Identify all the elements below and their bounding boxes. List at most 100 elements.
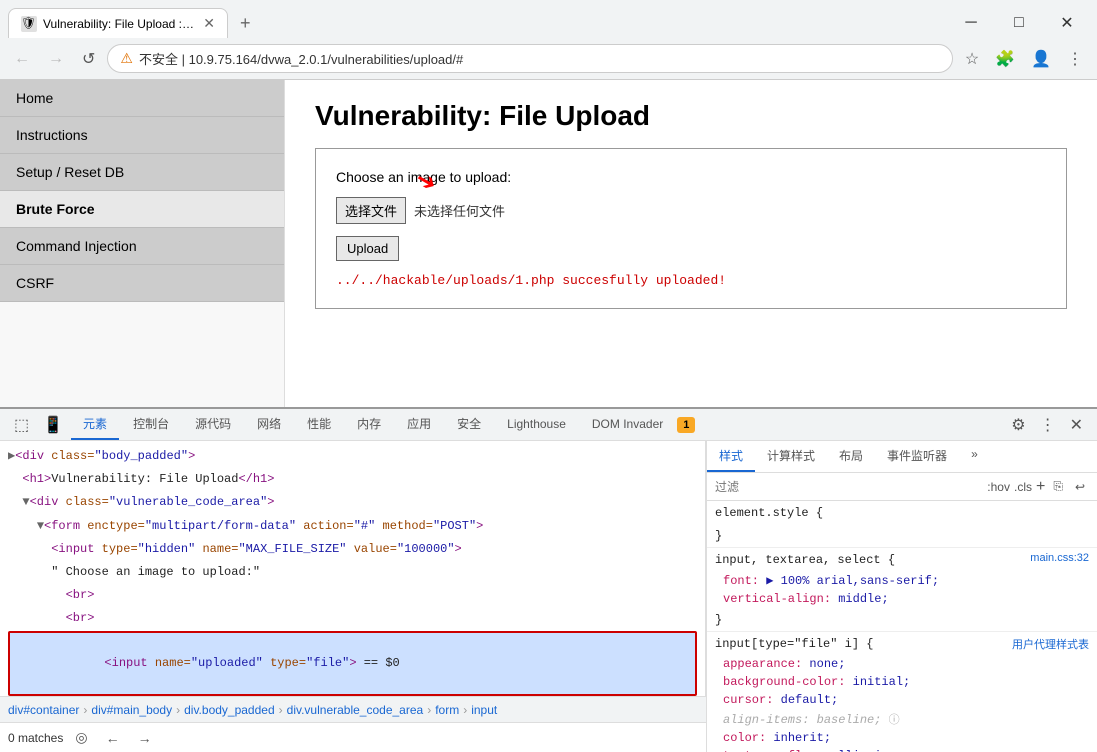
- extensions-button[interactable]: 🧩: [989, 45, 1021, 73]
- style-tab-layout[interactable]: 布局: [827, 441, 875, 472]
- new-tab-button[interactable]: +: [232, 9, 259, 38]
- minimize-button[interactable]: ─: [949, 8, 993, 38]
- devtools-inspect-button[interactable]: ⬚: [8, 411, 35, 439]
- style-prop-align-items: align-items: baseline; ⓘ: [707, 709, 1097, 729]
- style-tab-more[interactable]: »: [959, 441, 990, 472]
- bookmark-button[interactable]: ☆: [959, 45, 985, 73]
- crumb-input[interactable]: input: [471, 703, 497, 717]
- search-icon-left[interactable]: ◎: [69, 727, 93, 748]
- browser-tab[interactable]: 🛡 Vulnerability: File Upload :: Da ✕: [8, 8, 228, 38]
- profile-button[interactable]: 👤: [1025, 45, 1057, 73]
- tab-close-icon[interactable]: ✕: [203, 15, 215, 32]
- dom-line: <input type="hidden" name="MAX_FILE_SIZE…: [0, 538, 705, 561]
- upload-button[interactable]: Upload: [336, 236, 399, 261]
- tab-sources[interactable]: 源代码: [183, 409, 243, 440]
- crumb-container[interactable]: div#container: [8, 703, 79, 717]
- sidebar-item-setup[interactable]: Setup / Reset DB: [0, 154, 284, 191]
- refresh-button[interactable]: ↺: [76, 45, 101, 73]
- dom-line: " Choose an image to upload:": [0, 561, 705, 584]
- choose-file-button[interactable]: 选择文件: [336, 197, 406, 224]
- devtools-dots-button[interactable]: ⋮: [1034, 411, 1062, 439]
- crumb-form[interactable]: form: [435, 703, 459, 717]
- styles-filter-input[interactable]: [715, 480, 983, 494]
- style-prop-text-overflow: text-overflow: ellipsis;: [707, 747, 1097, 752]
- browser-chrome: 🛡 Vulnerability: File Upload :: Da ✕ + ─…: [0, 0, 1097, 80]
- security-icon: ⚠: [120, 50, 133, 67]
- search-bar-left: 0 matches ◎ ← →: [0, 722, 706, 752]
- style-selector: input, textarea, select {: [715, 553, 895, 567]
- tab-performance[interactable]: 性能: [295, 409, 343, 440]
- style-prop-bg-color: background-color: initial;: [707, 673, 1097, 691]
- tab-console[interactable]: 控制台: [121, 409, 181, 440]
- style-prop-vertical-align: vertical-align: middle;: [707, 590, 1097, 608]
- badge-count: 1: [677, 417, 695, 433]
- tab-elements[interactable]: 元素: [71, 409, 119, 440]
- devtools-more-actions: ⚙ ⋮ ✕: [1005, 411, 1089, 439]
- sidebar-item-csrf[interactable]: CSRF: [0, 265, 284, 302]
- tab-security[interactable]: 安全: [445, 409, 493, 440]
- address-bar[interactable]: ⚠ 不安全 | 10.9.75.164/dvwa_2.0.1/vulnerabi…: [107, 44, 952, 73]
- window-controls: ─ □ ✕: [949, 8, 1089, 38]
- style-prop-font: font: ▶ 100% arial,sans-serif;: [707, 571, 1097, 590]
- dom-line: ▶<div class="body_padded">: [0, 445, 705, 468]
- tab-network[interactable]: 网络: [245, 409, 293, 440]
- maximize-button[interactable]: □: [997, 8, 1041, 38]
- styles-tabs: 样式 计算样式 布局 事件监听器 »: [707, 441, 1097, 473]
- style-prop-appearance: appearance: none;: [707, 655, 1097, 673]
- address-prefix: 不安全 |: [139, 52, 185, 67]
- tab-lighthouse[interactable]: Lighthouse: [495, 411, 578, 439]
- devtools-panel: ⬚ 📱 元素 控制台 源代码 网络 性能 内存 应用 安全 Lighthouse…: [0, 407, 1097, 752]
- filter-plus[interactable]: +: [1036, 478, 1045, 496]
- style-rule-header: element.style {: [707, 501, 1097, 524]
- sidebar-item-brute-force[interactable]: Brute Force: [0, 191, 284, 228]
- sidebar: Home Instructions Setup / Reset DB Brute…: [0, 80, 285, 407]
- search-next-button[interactable]: →: [132, 728, 158, 748]
- menu-button[interactable]: ⋮: [1061, 45, 1089, 73]
- style-source-link[interactable]: main.css:32: [1030, 552, 1089, 564]
- search-prev-button[interactable]: ←: [100, 728, 126, 748]
- devtools-phone-button[interactable]: 📱: [37, 411, 69, 439]
- tab-application[interactable]: 应用: [395, 409, 443, 440]
- devtools-settings-button[interactable]: ⚙: [1005, 411, 1031, 439]
- sidebar-item-instructions[interactable]: Instructions: [0, 117, 284, 154]
- dom-line: <h1>Vulnerability: File Upload</h1>: [0, 468, 705, 491]
- devtools-close-button[interactable]: ✕: [1064, 411, 1089, 439]
- style-rule-input: main.css:32 input, textarea, select { fo…: [707, 548, 1097, 632]
- dom-line-highlighted[interactable]: <input name="uploaded" type="file"> == $…: [8, 631, 697, 697]
- success-message: ../../hackable/uploads/1.php succesfully…: [336, 273, 1046, 288]
- dom-line: ▼<form enctype="multipart/form-data" act…: [0, 515, 705, 538]
- left-match-count: 0 matches: [8, 731, 63, 745]
- style-toggle-button[interactable]: ↩: [1071, 478, 1089, 496]
- crumb-body-padded[interactable]: div.body_padded: [184, 703, 275, 717]
- nav-actions: ☆ 🧩 👤 ⋮: [959, 45, 1089, 73]
- dom-line: <br>: [0, 584, 705, 607]
- tab-dom-invader[interactable]: DOM Invader: [580, 411, 675, 439]
- filter-cls[interactable]: .cls: [1014, 480, 1032, 494]
- style-source-ua: 用户代理样式表: [1012, 636, 1089, 652]
- style-prop-color: color: inherit;: [707, 729, 1097, 747]
- sidebar-item-home[interactable]: Home: [0, 80, 284, 117]
- crumb-vulnerable-code[interactable]: div.vulnerable_code_area: [287, 703, 424, 717]
- back-button[interactable]: ←: [8, 46, 36, 72]
- main-content: Vulnerability: File Upload Choose an ima…: [285, 80, 1097, 407]
- styles-panel: 样式 计算样式 布局 事件监听器 » :hov .cls + ⎘ ↩: [707, 441, 1097, 752]
- nav-bar: ← → ↺ ⚠ 不安全 | 10.9.75.164/dvwa_2.0.1/vul…: [0, 38, 1097, 79]
- style-tab-computed[interactable]: 计算样式: [755, 441, 827, 472]
- tab-memory[interactable]: 内存: [345, 409, 393, 440]
- close-button[interactable]: ✕: [1045, 8, 1089, 38]
- style-tab-styles[interactable]: 样式: [707, 441, 755, 472]
- style-tab-events[interactable]: 事件监听器: [875, 441, 959, 472]
- tab-title: Vulnerability: File Upload :: Da: [43, 17, 197, 31]
- filter-hov[interactable]: :hov: [987, 480, 1010, 494]
- upload-label: Choose an image to upload:: [336, 169, 1046, 185]
- style-selector: element.style {: [715, 506, 823, 520]
- dom-line: ▼<div class="vulnerable_code_area">: [0, 491, 705, 514]
- address-url: 10.9.75.164/dvwa_2.0.1/vulnerabilities/u…: [189, 52, 464, 67]
- title-bar: 🛡 Vulnerability: File Upload :: Da ✕ + ─…: [0, 0, 1097, 38]
- crumb-main-body[interactable]: div#main_body: [91, 703, 172, 717]
- page-title: Vulnerability: File Upload: [315, 100, 1067, 132]
- sidebar-item-command-injection[interactable]: Command Injection: [0, 228, 284, 265]
- style-copy-button[interactable]: ⎘: [1049, 477, 1067, 496]
- page-area: 🛡 Vulnerability: File Upload :: Da ✕ + ─…: [0, 0, 1097, 752]
- forward-button[interactable]: →: [42, 46, 70, 72]
